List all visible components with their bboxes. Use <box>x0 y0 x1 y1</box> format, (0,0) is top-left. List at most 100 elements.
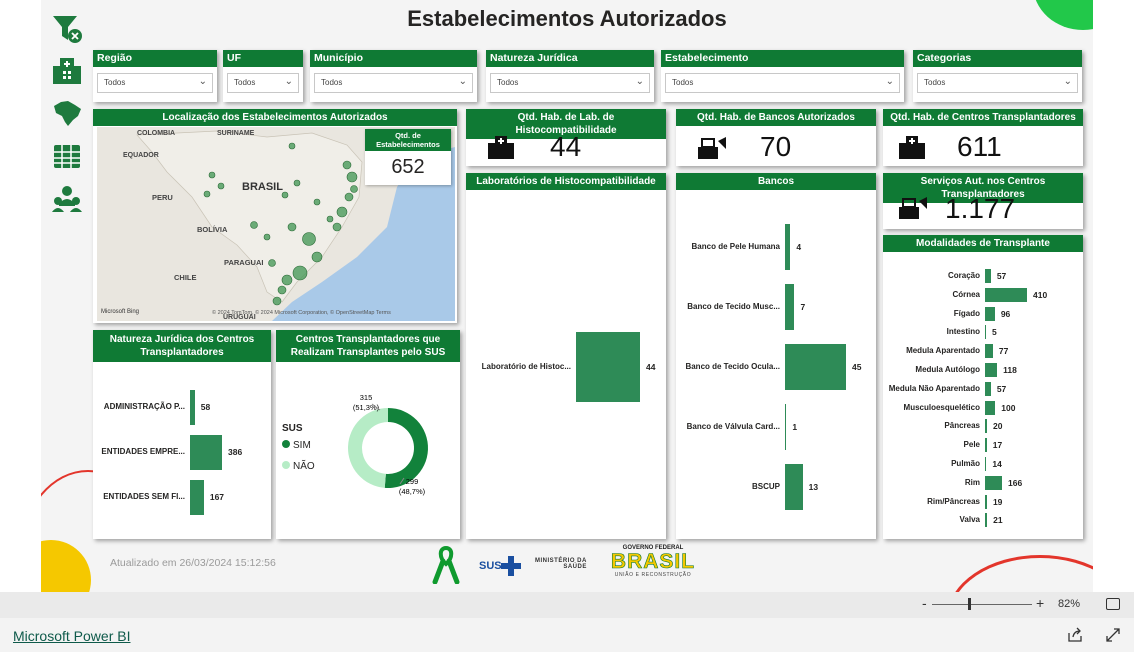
filter-value: Todos <box>234 78 256 87</box>
bar[interactable] <box>985 325 986 340</box>
bar[interactable] <box>985 494 987 509</box>
clear-filter-icon[interactable] <box>51 14 83 44</box>
bar[interactable] <box>785 344 846 390</box>
data-label: 96 <box>1000 308 1011 319</box>
filter-municipio: Município Todos ⌄ <box>310 50 477 102</box>
filter-dropdown[interactable]: Todos ⌄ <box>97 73 213 93</box>
bar[interactable] <box>985 513 988 528</box>
filter-uf: UF Todos ⌄ <box>223 50 303 102</box>
map-bing-logo: Microsoft Bing <box>101 309 139 315</box>
bar[interactable] <box>985 287 1027 302</box>
map-label-suriname: SURINAME <box>217 130 255 137</box>
kpi-centers-label: Qtd. Hab. de Centros Transplantadores <box>883 109 1083 126</box>
category-label: Medula Aparentado <box>906 346 980 356</box>
bar[interactable] <box>785 224 791 270</box>
filter-regiao: Região Todos ⌄ <box>93 50 217 102</box>
bar[interactable] <box>985 306 995 321</box>
filter-label: UF <box>223 50 303 67</box>
donut-slice[interactable] <box>384 408 429 488</box>
banks-chart-card: Bancos Banco de Pele Humana 4 Banco de Tec… <box>676 173 876 539</box>
map-label-colombia: COLOMBIA <box>137 130 175 137</box>
filter-dropdown[interactable]: Todos ⌄ <box>227 73 299 93</box>
status-bar: - + 82% <box>0 592 1134 618</box>
fit-to-page-icon[interactable] <box>1106 598 1120 610</box>
category-label: Pâncreas <box>944 421 980 431</box>
bar[interactable] <box>985 475 1002 490</box>
kpi-labs-value: 44 <box>550 131 582 162</box>
bar[interactable] <box>985 363 998 377</box>
bar[interactable] <box>985 344 993 359</box>
bar[interactable] <box>785 464 803 510</box>
bar[interactable] <box>985 419 988 434</box>
data-label: 386 <box>228 447 243 457</box>
chevron-down-icon: ⌄ <box>885 76 894 87</box>
chevron-down-icon: ⌄ <box>458 76 467 87</box>
bar[interactable] <box>985 438 987 453</box>
brazil-map-icon[interactable] <box>51 98 83 128</box>
bar[interactable] <box>785 404 787 450</box>
donut-slice[interactable] <box>348 408 388 488</box>
filter-dropdown[interactable]: Todos ⌄ <box>490 73 650 93</box>
map-attribution: © 2024 TomTom, © 2024 Microsoft Corporat… <box>212 309 391 316</box>
filter-dropdown[interactable]: Todos ⌄ <box>665 73 900 93</box>
category-label: Musculoesquelético <box>903 402 980 412</box>
bar[interactable] <box>985 381 991 396</box>
category-label: Rim <box>964 477 980 487</box>
data-label: 118 <box>1003 365 1017 375</box>
bar[interactable] <box>190 479 204 515</box>
table-icon[interactable] <box>51 142 83 172</box>
labs-chart-title: Laboratórios de Histocompatibilidade <box>466 173 666 190</box>
filter-dropdown[interactable]: Todos ⌄ <box>917 73 1078 93</box>
bar[interactable] <box>985 400 996 415</box>
filter-natureza-juridica: Natureza Jurídica Todos ⌄ <box>486 50 654 102</box>
sus-chart-card: Centros Transplantadores que Realizam Tr… <box>276 330 460 539</box>
banks-chart-title: Bancos <box>676 173 876 190</box>
category-label: Intestino <box>946 327 980 337</box>
hospital-icon[interactable] <box>51 56 83 86</box>
bar[interactable] <box>985 269 991 283</box>
bar[interactable] <box>190 434 222 470</box>
category-label: Córnea <box>952 289 980 299</box>
filter-estabelecimento: Estabelecimento Todos ⌄ <box>661 50 904 102</box>
kpi-services-value: 1.177 <box>945 193 1016 224</box>
bottom-bar: Microsoft Power BI <box>0 618 1134 652</box>
data-label: 57 <box>996 383 1007 394</box>
kpi-centers-value: 611 <box>957 131 1002 162</box>
kpi-banks-value: 70 <box>760 131 792 162</box>
sus-cross-icon <box>501 556 521 576</box>
map-label-paraguai: PARAGUAI <box>224 258 263 267</box>
zoom-slider[interactable] <box>932 604 1032 605</box>
power-bi-link[interactable]: Microsoft Power BI <box>13 628 130 644</box>
bar[interactable] <box>190 389 195 425</box>
category-label: Pele <box>963 440 980 450</box>
category-label: Rim/Pâncreas <box>927 496 980 506</box>
chevron-down-icon: ⌄ <box>198 76 207 87</box>
filter-label: Município <box>310 50 477 67</box>
data-label: 44 <box>646 362 656 372</box>
bar[interactable] <box>576 332 640 402</box>
decor-arc-red-right <box>947 555 1093 592</box>
category-label: Banco de Válvula Card... <box>686 422 780 431</box>
zoom-out-button[interactable]: - <box>922 595 927 611</box>
filter-dropdown[interactable]: Todos ⌄ <box>314 73 473 93</box>
zoom-slider-thumb[interactable] <box>968 598 971 610</box>
data-label: 4 <box>796 242 802 252</box>
zoom-in-button[interactable]: + <box>1036 595 1044 611</box>
lab-equipment-icon <box>899 197 927 219</box>
fullscreen-icon[interactable] <box>1105 627 1121 643</box>
map-kpi-label: Qtd. de Estabelecimentos <box>365 129 451 151</box>
category-label: Banco de Tecido Ocula... <box>685 362 780 371</box>
sus-donut[interactable]: 315(51,3%) 299(48,7%) <box>276 366 460 539</box>
kpi-services-card: Serviços Aut. nos Centros Transplantador… <box>883 173 1083 229</box>
data-label: 5 <box>992 327 997 338</box>
share-icon[interactable] <box>1067 627 1083 643</box>
modalidades-chart-title: Modalidades de Transplante <box>883 235 1083 252</box>
data-label: 14 <box>992 459 1002 469</box>
bar[interactable] <box>785 284 795 330</box>
bar[interactable] <box>985 457 987 471</box>
data-label: 21 <box>993 515 1003 526</box>
donut-value-label: 315 <box>360 393 373 402</box>
people-icon[interactable] <box>51 184 83 214</box>
governo-federal-logo: GOVERNO FEDERAL BRASIL UNIÃO E RECONSTRU… <box>607 545 699 578</box>
kpi-centers-card: Qtd. Hab. de Centros Transplantadores 61… <box>883 109 1083 166</box>
